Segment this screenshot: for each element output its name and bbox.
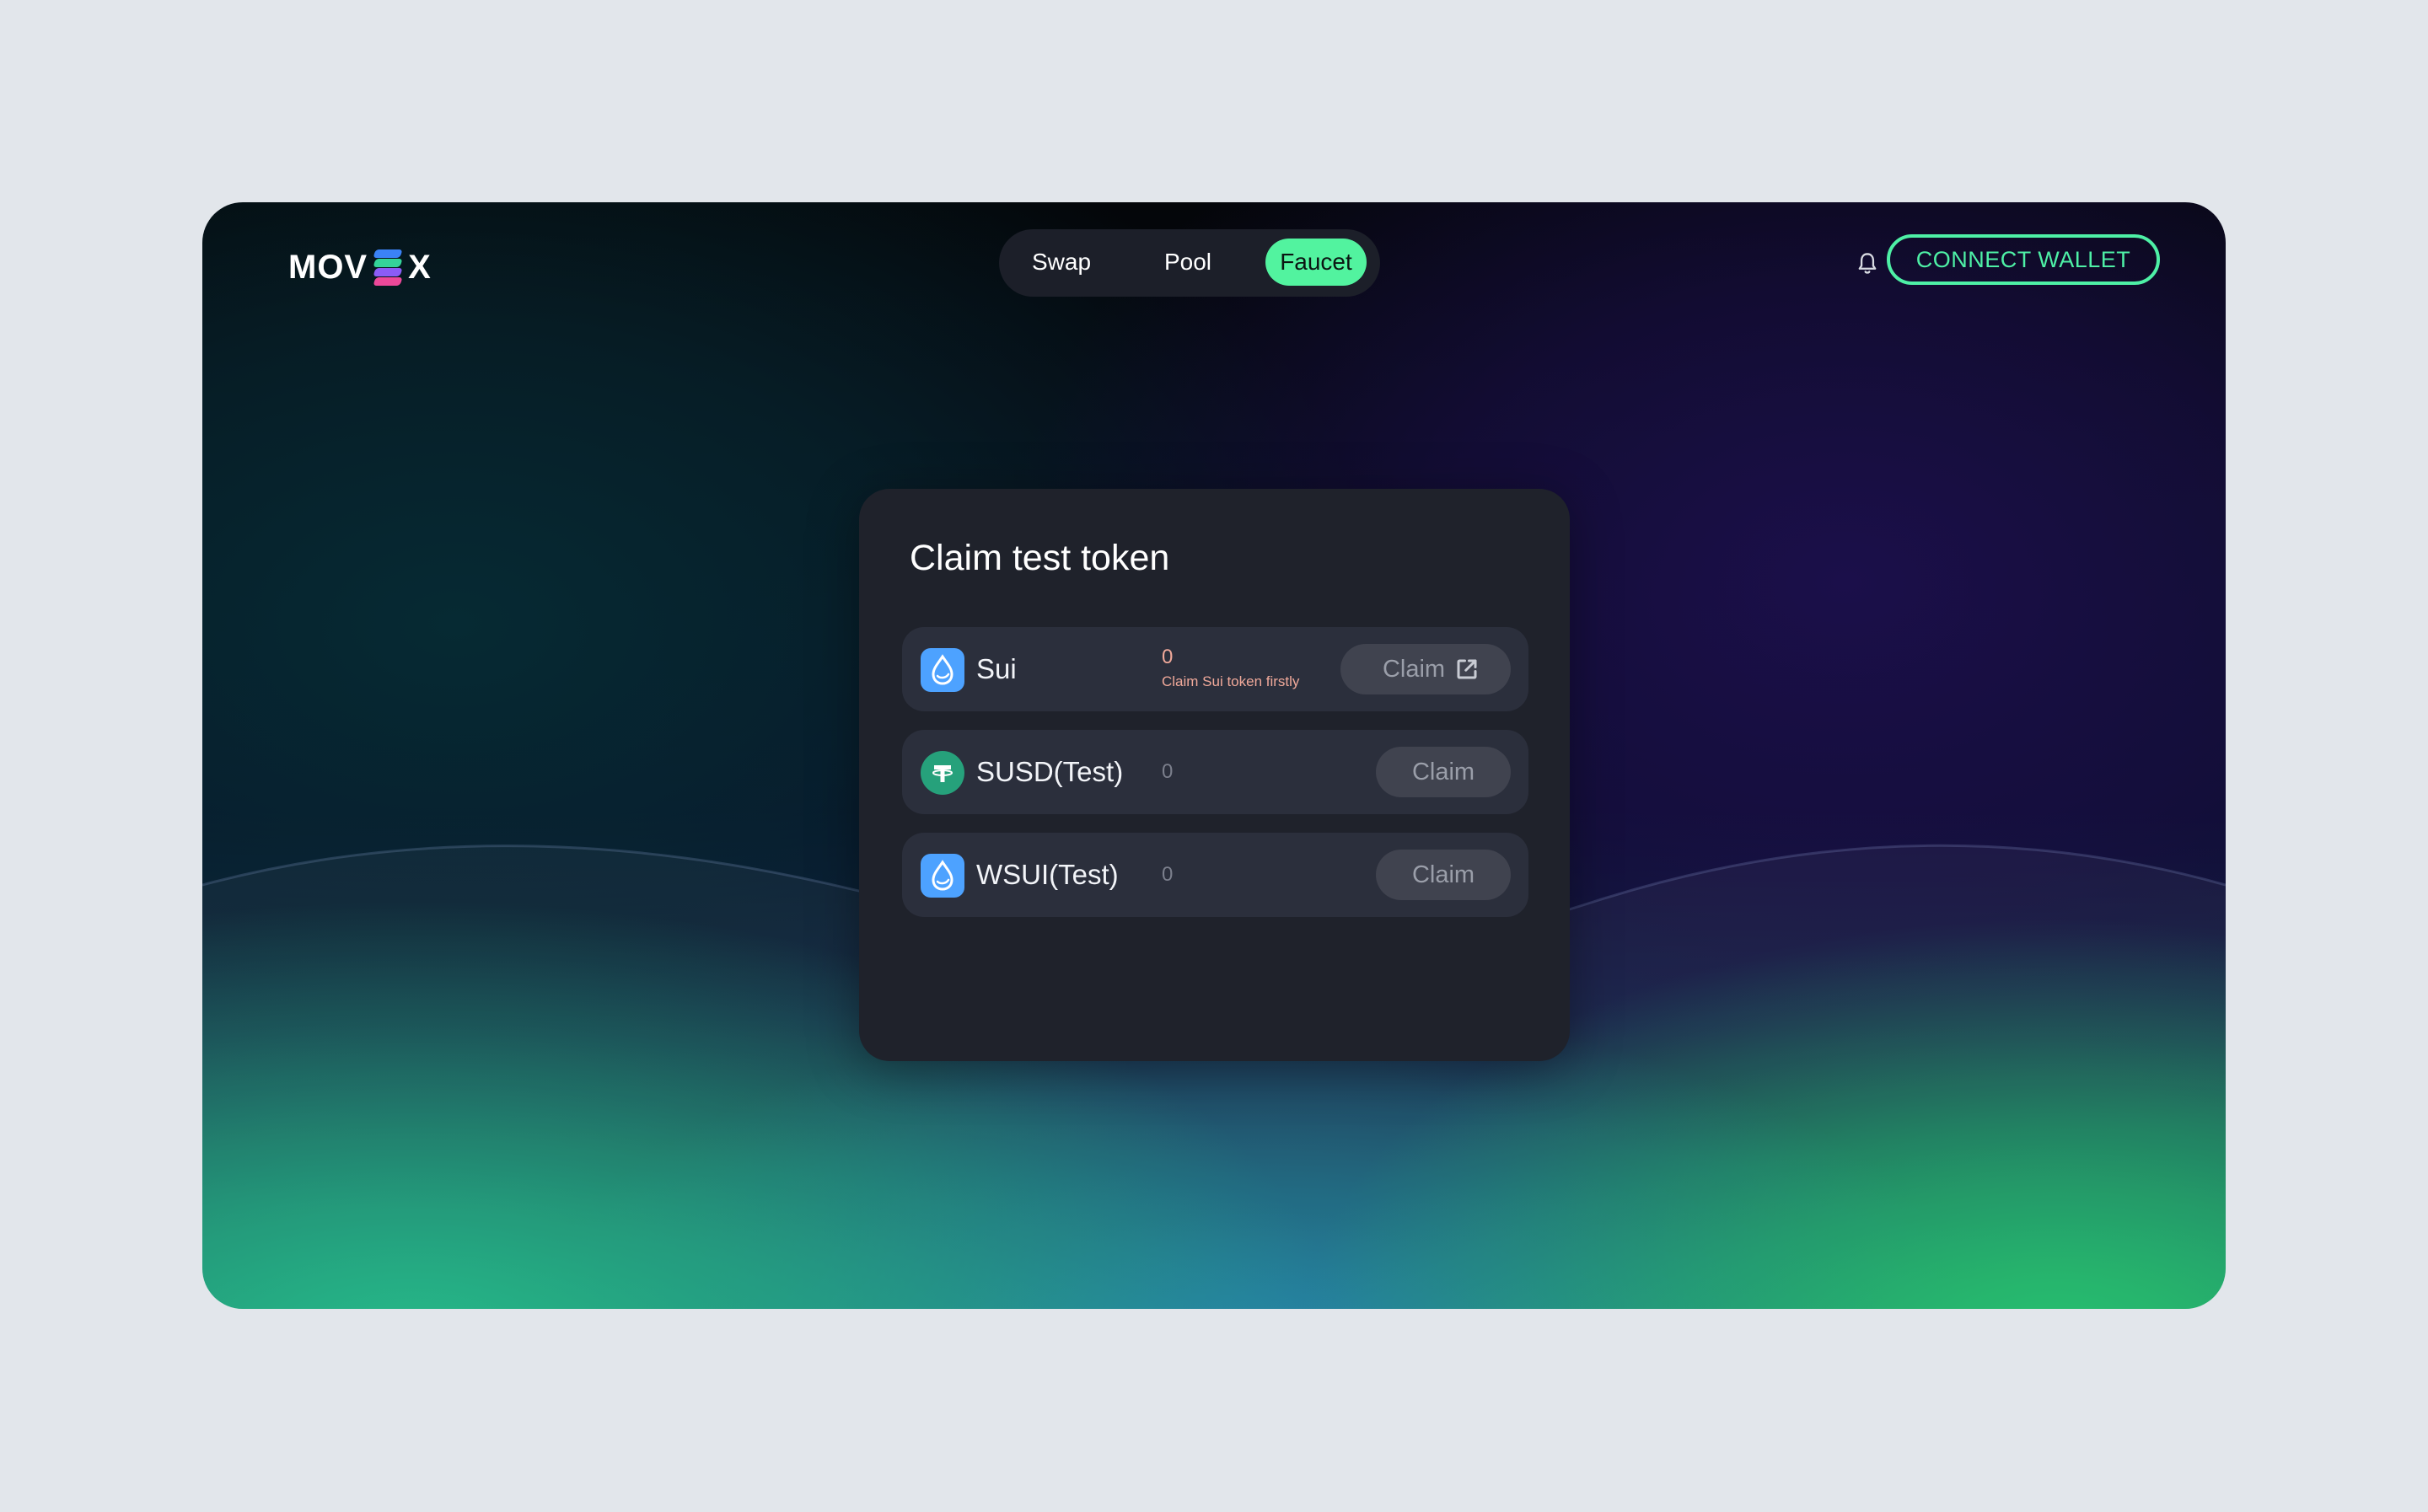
movex-logo[interactable]: MOV X [288,238,432,297]
claim-button-sui[interactable]: Claim [1340,644,1511,694]
token-name: SUSD(Test) [976,756,1124,787]
token-balance: 0 [1162,863,1174,886]
token-balance: 0 [1162,646,1174,668]
nav-tab-swap[interactable]: Swap [1011,239,1112,286]
nav-tab-faucet[interactable]: Faucet [1265,239,1367,286]
external-link-icon [1457,659,1477,679]
claim-label: Claim [1382,656,1446,683]
nav-tab-pool[interactable]: Pool [1137,239,1238,286]
logo-mark-icon [373,248,403,287]
claim-button-susd[interactable]: Claim [1376,747,1511,797]
sui-droplet-icon [921,648,964,692]
tether-icon [921,751,964,795]
logo-text-left: MOV [288,248,368,286]
token-row-wsui: WSUI(Test) 0 Claim [902,833,1528,917]
bell-icon[interactable] [1856,251,1879,276]
token-balance: 0 [1162,760,1174,783]
claim-hint: Claim Sui token firstly [1162,673,1300,689]
connect-wallet-button[interactable]: CONNECT WALLET [1887,234,2160,285]
app-window: MOV X Swap Pool Faucet CONNECT WALLET Cl… [202,202,2226,1309]
token-row-susd: SUSD(Test) 0 Claim [902,730,1528,814]
main-nav: Swap Pool Faucet [999,229,1380,297]
token-name: Sui [976,653,1017,684]
sui-droplet-icon [921,854,964,898]
faucet-card: Claim test token Sui 0 Claim Sui token f… [859,489,1570,1061]
claim-button-wsui[interactable]: Claim [1376,850,1511,900]
token-name: WSUI(Test) [976,859,1119,890]
card-title: Claim test token [910,538,1170,578]
token-row-sui: Sui 0 Claim Sui token firstly Claim [902,627,1528,711]
logo-text-right: X [408,248,432,286]
